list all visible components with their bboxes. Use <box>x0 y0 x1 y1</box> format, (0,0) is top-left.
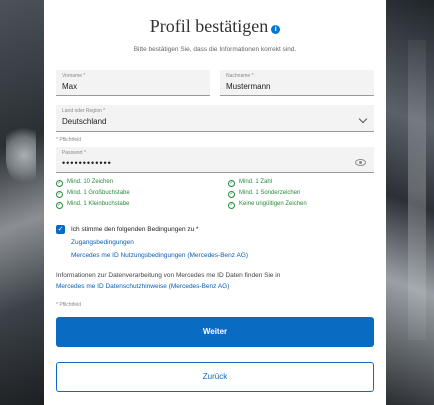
firstname-label: Vorname * <box>62 73 86 79</box>
rule-item: ✓ Mind. 1 Sonderzeichen <box>228 190 301 198</box>
check-circle-icon: ✓ <box>228 191 235 198</box>
privacy-info: Informationen zur Datenverarbeitung von … <box>56 270 376 292</box>
password-field[interactable]: Passwort * •••••••••••• <box>56 147 374 173</box>
firstname-field[interactable]: Vorname * Max <box>56 70 210 96</box>
check-circle-icon: ✓ <box>56 202 63 209</box>
country-label: Land oder Region * <box>62 108 106 114</box>
check-circle-icon: ✓ <box>228 202 235 209</box>
continue-button[interactable]: Weiter <box>56 317 374 347</box>
privacy-link[interactable]: Mercedes me ID Datenschutzhinweise (Merc… <box>56 281 376 292</box>
eye-icon[interactable] <box>355 159 366 166</box>
lastname-value: Mustermann <box>226 82 271 91</box>
lastname-label: Nachname * <box>226 73 254 79</box>
page-subtitle: Bitte bestätigen Sie, dass die Informati… <box>133 46 297 53</box>
page-title: Profil bestätigen i <box>44 16 386 37</box>
password-label: Passwort * <box>62 150 86 156</box>
rule-item: ✓ Keine ungültigen Zeichen <box>228 201 307 209</box>
rule-item: ✓ Mind. 1 Großbuchstabe <box>56 190 130 198</box>
background-left-image <box>0 0 44 405</box>
required-note: * Pflichtfeld <box>56 137 82 143</box>
check-circle-icon: ✓ <box>56 191 63 198</box>
rule-item: ✓ Mind. 1 Kleinbuchstabe <box>56 201 130 209</box>
profile-confirm-card: Profil bestätigen i Bitte bestätigen Sie,… <box>44 0 386 405</box>
firstname-value: Max <box>62 82 78 91</box>
terms-agree-label: Ich stimme den folgenden Bedingungen zu … <box>71 226 199 233</box>
chevron-down-icon <box>358 114 368 124</box>
rule-item: ✓ Mind. 1 Zahl <box>228 179 273 187</box>
check-circle-icon: ✓ <box>56 180 63 187</box>
info-icon[interactable]: i <box>271 25 281 34</box>
required-note: * Pflichtfeld <box>56 302 82 308</box>
me-id-terms-link[interactable]: Mercedes me ID Nutzungsbedingungen (Merc… <box>71 252 248 259</box>
password-value: •••••••••••• <box>62 158 112 168</box>
terms-checkbox[interactable]: ✓ <box>56 225 65 234</box>
check-circle-icon: ✓ <box>228 180 235 187</box>
rule-item: ✓ Mind. 10 Zeichen <box>56 179 114 187</box>
background-right-image <box>386 0 434 405</box>
country-select[interactable]: Land oder Region * Deutschland <box>56 105 374 132</box>
back-button[interactable]: Zurück <box>56 362 374 392</box>
country-value: Deutschland <box>62 117 107 126</box>
terms-link[interactable]: Zugangsbedingungen <box>71 239 134 246</box>
lastname-field[interactable]: Nachname * Mustermann <box>220 70 374 96</box>
